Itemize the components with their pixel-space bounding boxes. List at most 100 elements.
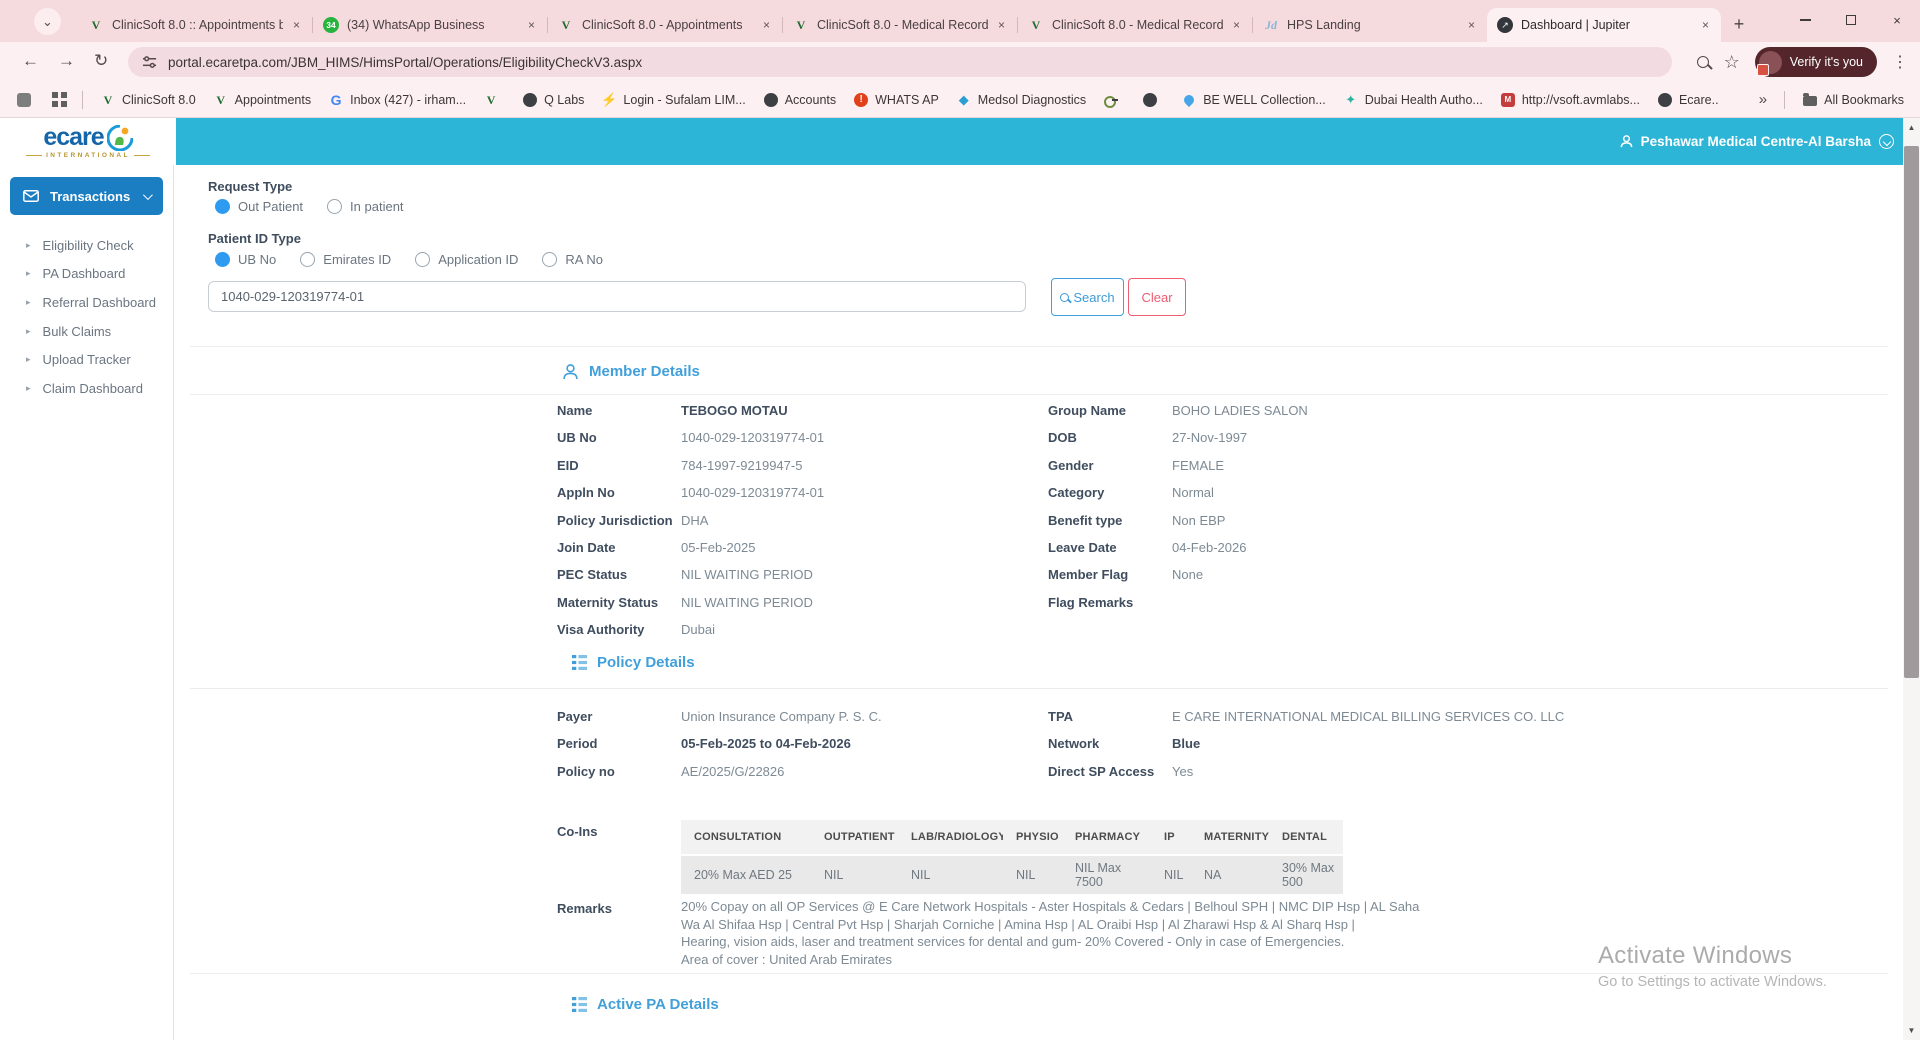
sidebar-item-referral-dashboard[interactable]: ▸Referral Dashboard [0, 288, 173, 317]
url-bar[interactable]: portal.ecaretpa.com/JBM_HIMS/HimsPortal/… [128, 47, 1672, 77]
detail-label: Category [1048, 484, 1172, 501]
radio-application-id[interactable]: Application ID [415, 252, 518, 267]
member-details-header[interactable]: Member Details [562, 363, 700, 380]
radio-ub-no[interactable]: UB No [215, 252, 276, 267]
tab-close-icon[interactable]: × [526, 18, 537, 32]
new-tab-button[interactable]: + [1725, 10, 1753, 38]
tune-icon[interactable] [142, 55, 157, 70]
tabs-container: V ClinicSoft 8.0 :: Appointments b × 34 … [78, 8, 1721, 42]
coins-value-cell: NA [1191, 856, 1269, 894]
detail-label: PEC Status [557, 566, 681, 583]
radio-in-patient[interactable]: In patient [327, 199, 404, 214]
bookmark-vsoft-avmlabs[interactable]: Mhttp://vsoft.avmlabs... [1500, 92, 1640, 108]
patient-id-options: UB No Emirates ID Application ID RA No [215, 252, 603, 267]
radio-out-patient[interactable]: Out Patient [215, 199, 303, 214]
bookmark-clinicsoft[interactable]: V ClinicSoft 8.0 [100, 92, 196, 108]
apps-grid-icon[interactable] [49, 92, 65, 108]
tab-close-icon[interactable]: × [1700, 18, 1711, 32]
bookmark-key[interactable] [1103, 92, 1125, 108]
bookmark-medsol[interactable]: ◆Medsol Diagnostics [956, 92, 1086, 108]
bookmarks-overflow-icon[interactable]: » [1759, 91, 1767, 108]
coins-header-cell: LAB/RADIOLOGY [898, 820, 1003, 854]
sidebar-item-bulk-claims[interactable]: ▸Bulk Claims [0, 317, 173, 346]
bookmark-globe[interactable] [1142, 92, 1164, 108]
verify-profile-button[interactable]: Verify it's you [1755, 47, 1877, 77]
patient-id-type-label: Patient ID Type [208, 231, 301, 246]
tab-whatsapp-business[interactable]: 34 (34) WhatsApp Business × [313, 8, 547, 42]
bookmark-inbox[interactable]: GInbox (427) - irham... [328, 92, 466, 108]
tab-close-icon[interactable]: × [761, 18, 772, 32]
page-scrollbar[interactable]: ▲ ▼ [1903, 118, 1920, 1040]
tab-close-icon[interactable]: × [996, 18, 1007, 32]
detail-label: Gender [1048, 457, 1172, 474]
all-bookmarks-button[interactable]: All Bookmarks [1802, 92, 1904, 108]
divider [190, 394, 1888, 395]
key-icon [1103, 92, 1119, 108]
tab-close-icon[interactable]: × [1466, 18, 1477, 32]
sidebar-transactions-button[interactable]: Transactions [10, 177, 163, 215]
search-button[interactable]: Search [1051, 278, 1124, 316]
detail-row: Maternity StatusNIL WAITING PERIOD [557, 594, 1037, 621]
clear-button[interactable]: Clear [1128, 278, 1186, 316]
sidebar-item-claim-dashboard[interactable]: ▸Claim Dashboard [0, 374, 173, 403]
tab-clinicsoft-medical-records-1[interactable]: V ClinicSoft 8.0 - Medical Records × [783, 8, 1017, 42]
bookmark-v-iconed[interactable]: V [483, 92, 505, 108]
search-lens-icon[interactable] [1697, 56, 1709, 68]
back-icon[interactable]: ← [22, 51, 39, 71]
bookmark-label: BE WELL Collection... [1203, 93, 1326, 107]
tab-close-icon[interactable]: × [1231, 18, 1242, 32]
bookmark-whats-ap[interactable]: !WHATS AP [853, 92, 939, 108]
tab-close-icon[interactable]: × [291, 18, 302, 32]
reload-icon[interactable]: ↻ [94, 51, 108, 71]
radio-ra-no[interactable]: RA No [542, 252, 603, 267]
hamburger-menu-icon[interactable] [190, 250, 209, 263]
scrollbar-thumb[interactable] [1904, 146, 1919, 678]
detail-label: Network [1048, 735, 1172, 752]
side-panel-icon[interactable] [16, 92, 32, 108]
detail-label: UB No [557, 429, 681, 446]
tab-hps-landing[interactable]: Jd HPS Landing × [1253, 8, 1487, 42]
bookmark-star-icon[interactable]: ☆ [1724, 52, 1740, 73]
tagline-dash [26, 155, 42, 156]
tab-clinicsoft-appointments-2[interactable]: V ClinicSoft 8.0 - Appointments × [548, 8, 782, 42]
tab-clinicsoft-appointments-1[interactable]: V ClinicSoft 8.0 :: Appointments b × [78, 8, 312, 42]
triangle-right-icon: ▸ [26, 241, 31, 250]
sidebar-item-upload-tracker[interactable]: ▸Upload Tracker [0, 345, 173, 374]
clinicsoft-favicon: V [100, 92, 116, 108]
sidebar-item-pa-dashboard[interactable]: ▸PA Dashboard [0, 260, 173, 289]
tab-search-chevron-icon[interactable]: ⌄ [34, 8, 61, 35]
member-search-input[interactable] [208, 281, 1026, 312]
facility-selector[interactable]: Peshawar Medical Centre-Al Barsha [1620, 118, 1894, 165]
forward-icon[interactable]: → [58, 51, 75, 71]
app-header: ecare INTERNATIONAL Peshawar Medical Cen… [0, 118, 1920, 165]
folder-icon [1802, 92, 1818, 108]
tab-clinicsoft-medical-records-2[interactable]: V ClinicSoft 8.0 - Medical Records × [1018, 8, 1252, 42]
bookmark-label: Appointments [235, 93, 311, 107]
whatsapp-favicon: 34 [323, 17, 339, 33]
bookmark-label: WHATS AP [875, 93, 939, 107]
detail-row: Benefit typeNon EBP [1048, 512, 1648, 539]
bookmark-login-sufalam[interactable]: ⚡Login - Sufalam LIM... [601, 92, 745, 108]
close-button[interactable]: × [1874, 0, 1920, 40]
bookmark-label: ClinicSoft 8.0 [122, 93, 196, 107]
bookmark-q-labs[interactable]: Q Labs [522, 92, 584, 108]
minimize-button[interactable] [1782, 0, 1828, 40]
tab-title: ClinicSoft 8.0 - Medical Records [1052, 18, 1223, 32]
scrollbar-down-icon[interactable]: ▼ [1903, 1026, 1920, 1035]
tab-dashboard-jupiter-active[interactable]: ↗ Dashboard | Jupiter × [1487, 8, 1721, 42]
bookmark-be-well[interactable]: BE WELL Collection... [1181, 92, 1326, 108]
active-pa-details-header[interactable]: Active PA Details [572, 996, 719, 1013]
sidebar-item-eligibility-check[interactable]: ▸Eligibility Check [0, 231, 173, 260]
scrollbar-up-icon[interactable]: ▲ [1903, 123, 1920, 132]
maximize-button[interactable] [1828, 0, 1874, 40]
detail-row: Visa AuthorityDubai [557, 621, 1037, 648]
bookmark-dubai-health[interactable]: ✦Dubai Health Autho... [1343, 92, 1483, 108]
bookmark-accounts[interactable]: Accounts [763, 92, 836, 108]
detail-row: NameTEBOGO MOTAU [557, 402, 1037, 429]
radio-emirates-id[interactable]: Emirates ID [300, 252, 391, 267]
bookmark-ecare[interactable]: Ecare.. [1657, 92, 1719, 108]
navbar-right: ☆ Verify it's you ⋮ [1697, 47, 1908, 77]
policy-details-header[interactable]: Policy Details [572, 654, 695, 671]
bookmark-appointments[interactable]: VAppointments [213, 92, 311, 108]
kebab-menu-icon[interactable]: ⋮ [1892, 52, 1908, 72]
